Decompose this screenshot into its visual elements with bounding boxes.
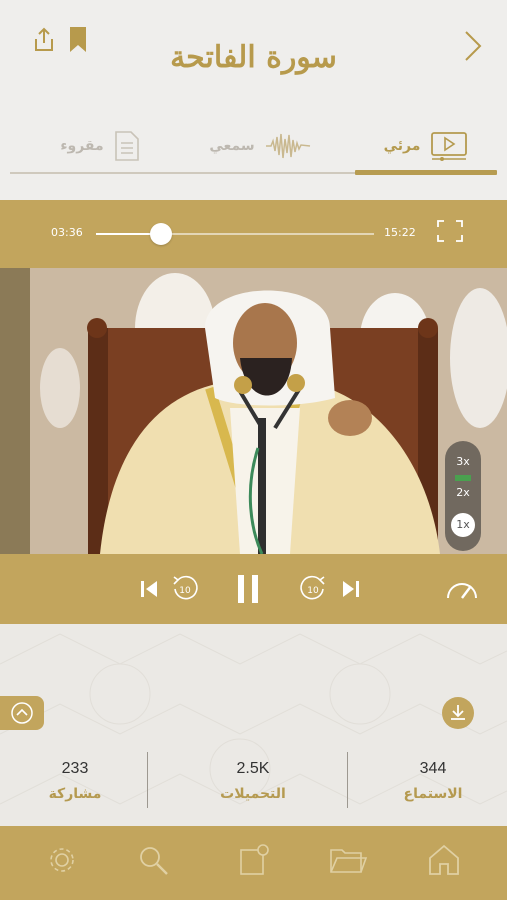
stat-divider bbox=[347, 752, 348, 808]
playback-controls: 10 10 bbox=[0, 554, 507, 624]
tab-video[interactable]: مرئي bbox=[355, 120, 497, 172]
speed-option-3x[interactable]: 3x bbox=[445, 455, 481, 468]
rewind-10-icon[interactable]: 10 bbox=[170, 574, 200, 604]
page-title: سورة الفاتحة bbox=[170, 40, 337, 75]
previous-icon[interactable] bbox=[138, 578, 160, 600]
tab-read[interactable]: مقروء bbox=[40, 120, 160, 172]
bottom-nav bbox=[0, 826, 507, 900]
new-item-icon[interactable] bbox=[234, 842, 274, 878]
search-icon[interactable] bbox=[134, 842, 174, 878]
speed-level-indicator bbox=[455, 475, 471, 481]
shares-count: 233 bbox=[61, 760, 89, 777]
seek-slider[interactable] bbox=[96, 223, 374, 245]
current-time: 03:36 bbox=[51, 226, 83, 239]
svg-text:10: 10 bbox=[307, 586, 319, 596]
speed-option-2x[interactable]: 2x bbox=[445, 486, 481, 499]
folder-icon[interactable] bbox=[328, 842, 368, 878]
stat-downloads: 2.5K التحميلات bbox=[178, 760, 328, 802]
document-icon bbox=[114, 131, 139, 161]
next-icon[interactable] bbox=[340, 578, 362, 600]
header: سورة الفاتحة مرئي سمعي مقروء bbox=[0, 0, 507, 200]
stat-listens: 344 الاستماع bbox=[358, 760, 507, 802]
video-play-icon bbox=[431, 132, 468, 161]
tab-audio-label: سمعي bbox=[209, 138, 255, 154]
download-icon bbox=[451, 705, 465, 720]
chevron-up-icon bbox=[11, 702, 33, 724]
tab-audio[interactable]: سمعي bbox=[190, 120, 330, 172]
shares-label: مشاركة bbox=[48, 786, 102, 802]
tab-bar: مرئي سمعي مقروء bbox=[10, 120, 497, 178]
home-icon[interactable] bbox=[424, 842, 464, 878]
pause-icon[interactable] bbox=[232, 572, 264, 606]
downloads-label: التحميلات bbox=[220, 786, 286, 802]
svg-text:10: 10 bbox=[179, 586, 191, 596]
fullscreen-icon[interactable] bbox=[437, 220, 463, 242]
video-player[interactable] bbox=[0, 268, 507, 554]
speed-selector[interactable]: 3x 2x 1x bbox=[445, 441, 481, 551]
forward-10-icon[interactable]: 10 bbox=[298, 574, 328, 604]
tab-read-label: مقروء bbox=[60, 138, 104, 154]
waveform-icon bbox=[265, 133, 310, 159]
video-frame-image bbox=[0, 268, 507, 554]
total-time: 15:22 bbox=[384, 226, 416, 239]
stat-divider bbox=[147, 752, 148, 808]
downloads-count: 2.5K bbox=[236, 760, 270, 777]
settings-gear-icon[interactable] bbox=[42, 842, 82, 878]
tab-video-label: مرئي bbox=[383, 138, 421, 154]
stat-shares: 233 مشاركة bbox=[0, 760, 150, 802]
collapse-button[interactable] bbox=[0, 696, 44, 730]
speedometer-icon[interactable] bbox=[445, 574, 479, 604]
progress-bar-area: 03:36 15:22 bbox=[0, 200, 507, 268]
listens-count: 344 bbox=[419, 760, 447, 777]
download-button[interactable] bbox=[442, 697, 474, 729]
tab-active-indicator bbox=[355, 170, 497, 175]
seek-handle[interactable] bbox=[150, 223, 173, 245]
listens-label: الاستماع bbox=[403, 786, 463, 802]
speed-option-1x[interactable]: 1x bbox=[451, 513, 475, 537]
